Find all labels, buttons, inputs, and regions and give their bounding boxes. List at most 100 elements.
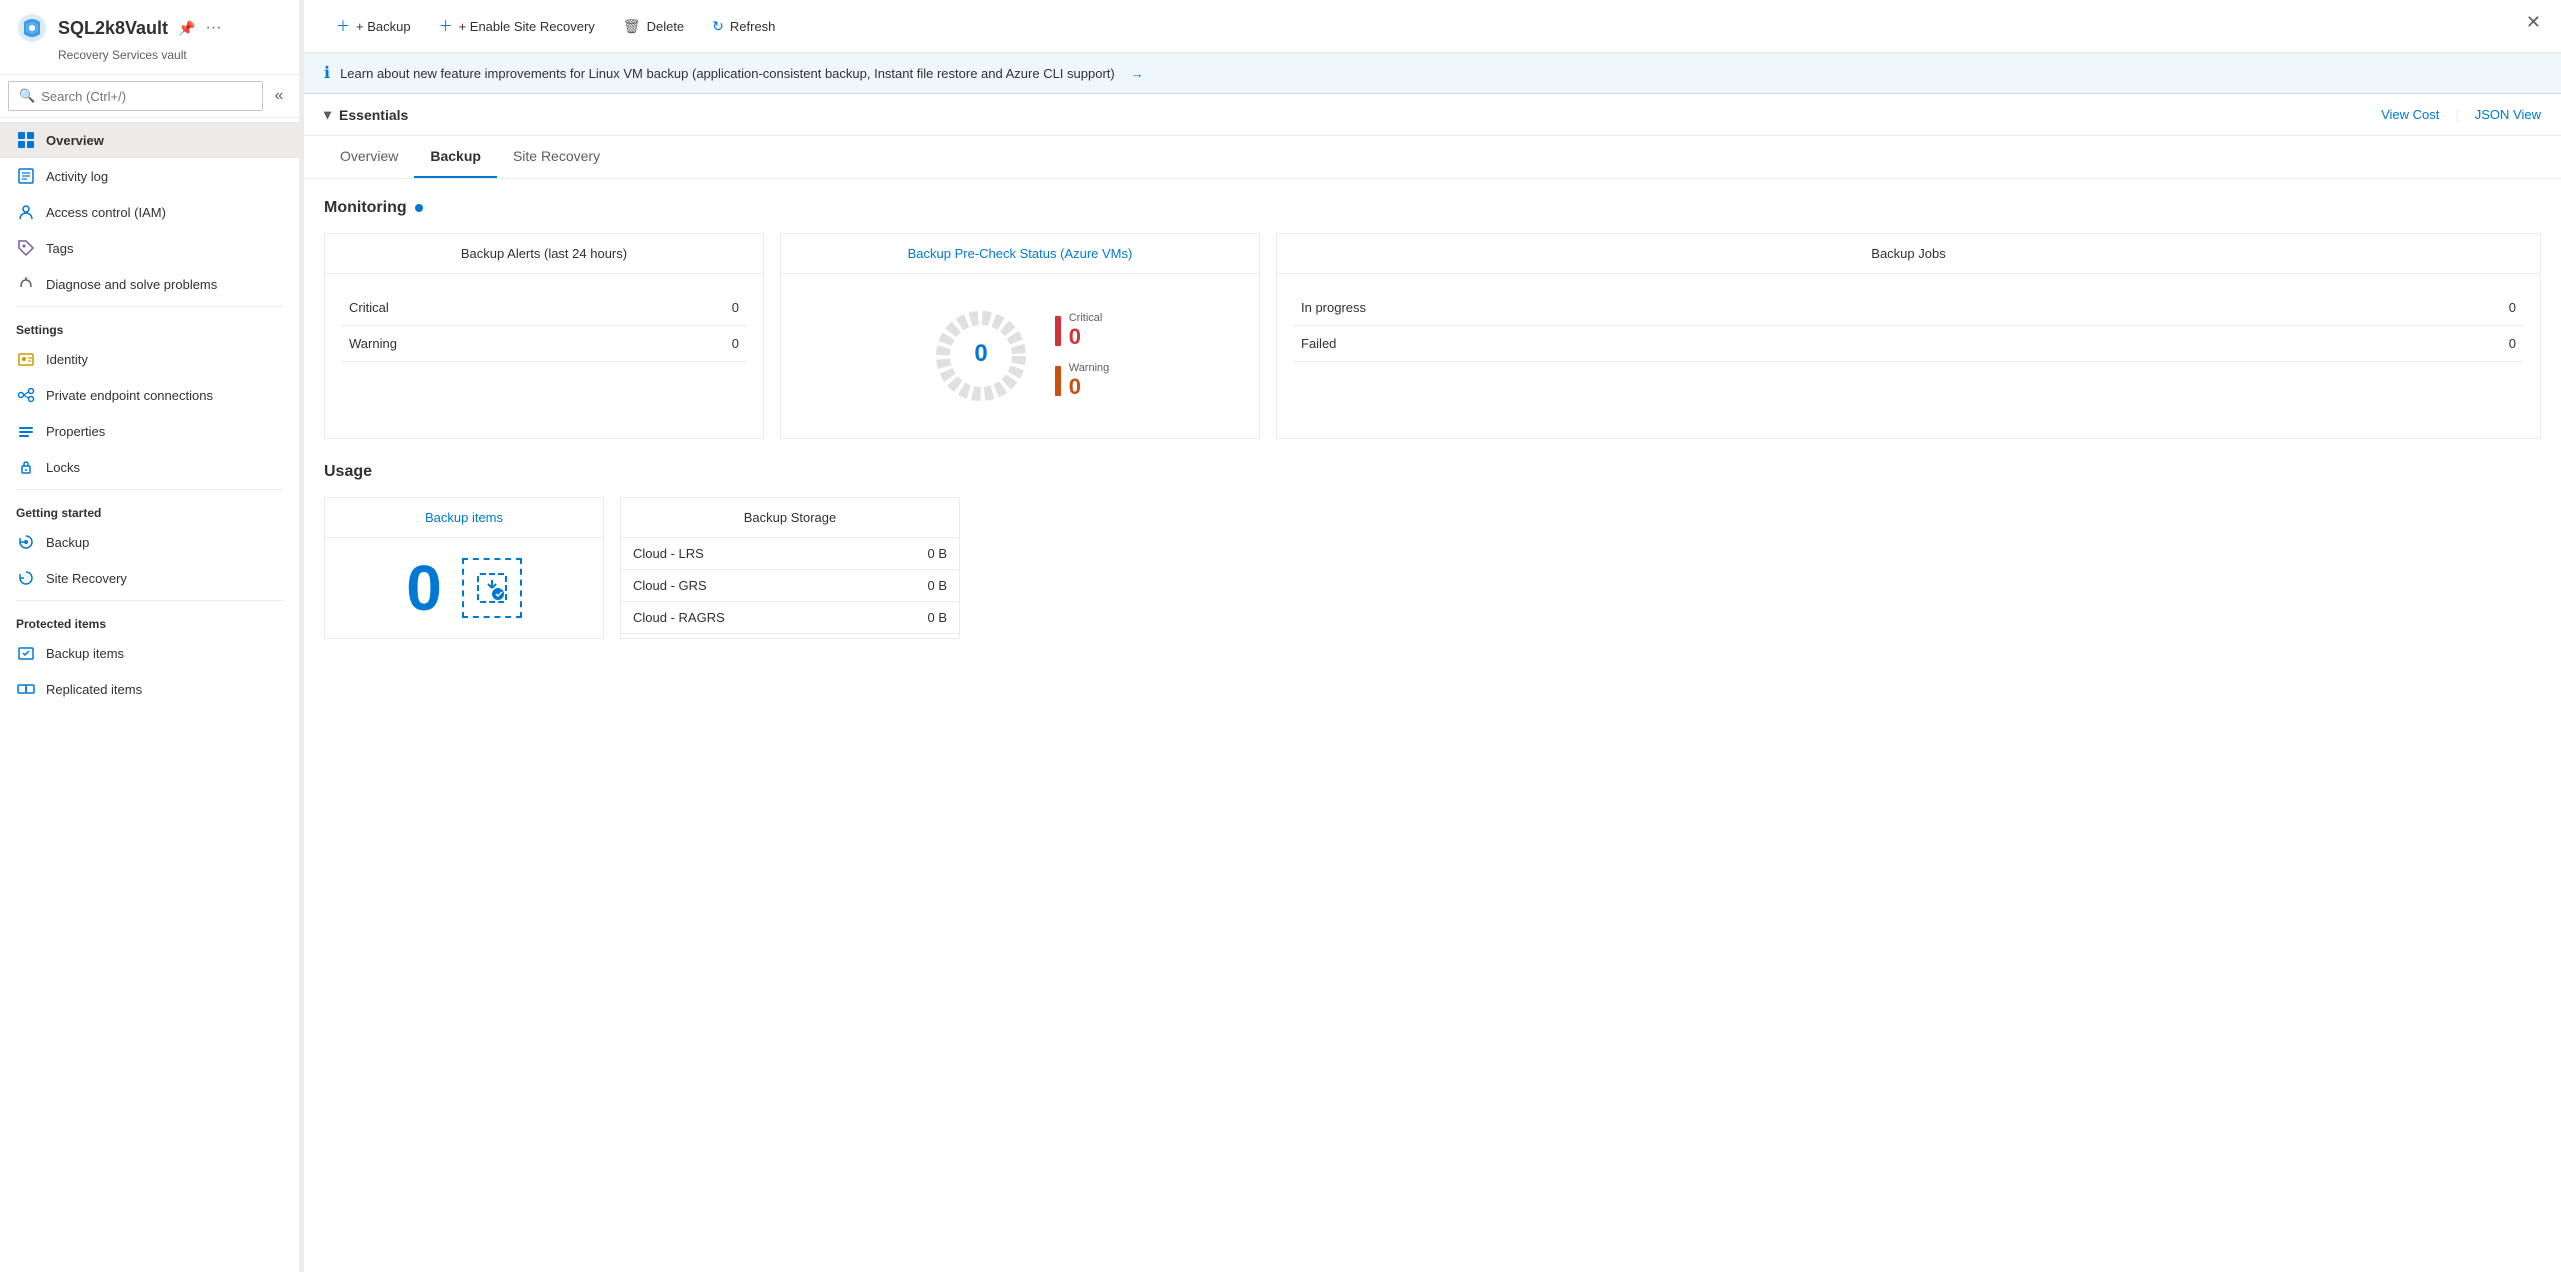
- sidebar-item-private-endpoints[interactable]: Private endpoint connections: [0, 377, 299, 413]
- donut-center-value: 0: [974, 340, 987, 367]
- sidebar-item-replicated-items[interactable]: Replicated items: [0, 671, 299, 707]
- in-progress-value: 0: [2250, 290, 2524, 326]
- sidebar-item-overview[interactable]: Overview: [0, 122, 299, 158]
- backup-items-card-header[interactable]: Backup items: [325, 498, 603, 538]
- json-view-link[interactable]: JSON View: [2475, 107, 2541, 122]
- window-close-button[interactable]: ✕: [2526, 12, 2541, 33]
- nav-divider-1: [16, 306, 283, 307]
- refresh-label: Refresh: [730, 19, 776, 34]
- backup-icon-box: [462, 558, 522, 618]
- tab-backup[interactable]: Backup: [414, 136, 497, 178]
- table-row: In progress 0: [1293, 290, 2524, 326]
- usage-section: Usage Backup items 0: [324, 463, 2541, 639]
- warning-value: 0: [639, 326, 747, 362]
- monitoring-cards: Backup Alerts (last 24 hours) Critical 0…: [324, 233, 2541, 439]
- sidebar-overview-label: Overview: [46, 133, 104, 148]
- critical-legend-value: 0: [1069, 324, 1103, 350]
- backup-jobs-body: In progress 0 Failed 0: [1277, 274, 2540, 378]
- precheck-header[interactable]: Backup Pre-Check Status (Azure VMs): [781, 234, 1259, 274]
- sidebar-item-locks[interactable]: Locks: [0, 449, 299, 485]
- sidebar-item-access-control[interactable]: Access control (IAM): [0, 194, 299, 230]
- sidebar-item-site-recovery[interactable]: Site Recovery: [0, 560, 299, 596]
- identity-icon: [16, 349, 36, 369]
- sidebar-item-activity-log[interactable]: Activity log: [0, 158, 299, 194]
- search-box[interactable]: 🔍: [8, 81, 263, 111]
- warning-legend-label: Warning: [1069, 362, 1110, 374]
- backup-storage-body: Cloud - LRS 0 B Cloud - GRS 0 B Cloud - …: [621, 538, 959, 634]
- backup-add-icon: ＋: [336, 16, 350, 36]
- monitoring-dot: [415, 204, 423, 212]
- collapse-sidebar-button[interactable]: «: [267, 84, 291, 108]
- pin-icon[interactable]: 📌: [178, 20, 195, 37]
- critical-value: 0: [639, 290, 747, 326]
- sidebar-endpoints-label: Private endpoint connections: [46, 388, 213, 403]
- table-row: Cloud - RAGRS 0 B: [621, 602, 959, 634]
- warning-label: Warning: [341, 326, 639, 362]
- sidebar-backup-label: Backup: [46, 535, 89, 550]
- search-input[interactable]: [41, 89, 252, 104]
- backup-jobs-header: Backup Jobs: [1277, 234, 2540, 274]
- legend-critical-info: Critical 0: [1069, 312, 1103, 350]
- table-row: Critical 0: [341, 290, 747, 326]
- table-row: Warning 0: [341, 326, 747, 362]
- backup-items-count: 0: [406, 556, 442, 620]
- grs-label: Cloud - GRS: [621, 570, 867, 602]
- locks-icon: [16, 457, 36, 477]
- refresh-button[interactable]: ↻ Refresh: [700, 12, 787, 41]
- essentials-links: View Cost | JSON View: [2381, 107, 2541, 122]
- backup-alerts-body: Critical 0 Warning 0: [325, 274, 763, 378]
- sidebar-item-tags[interactable]: Tags: [0, 230, 299, 266]
- properties-icon: [16, 421, 36, 441]
- precheck-body: 0 Critical 0: [781, 274, 1259, 438]
- essentials-header: ▾ Essentials View Cost | JSON View: [304, 94, 2561, 136]
- sidebar-item-properties[interactable]: Properties: [0, 413, 299, 449]
- backup-storage-header: Backup Storage: [621, 498, 959, 538]
- backup-items-card-body: 0: [325, 538, 603, 638]
- more-options-icon[interactable]: ···: [206, 19, 222, 37]
- alerts-table: Critical 0 Warning 0: [341, 290, 747, 362]
- vault-icon: [16, 12, 48, 44]
- tab-site-recovery-label: Site Recovery: [513, 148, 600, 164]
- sidebar: SQL2k8Vault 📌 ··· Recovery Services vaul…: [0, 0, 300, 1272]
- donut-chart: 0: [931, 306, 1031, 406]
- warning-legend-value: 0: [1069, 374, 1110, 400]
- sidebar-item-identity[interactable]: Identity: [0, 341, 299, 377]
- tab-site-recovery[interactable]: Site Recovery: [497, 136, 616, 178]
- usage-label: Usage: [324, 463, 372, 481]
- tab-backup-label: Backup: [430, 148, 481, 164]
- main-tabs: Overview Backup Site Recovery: [304, 136, 2561, 179]
- site-recovery-add-icon: ＋: [439, 16, 453, 36]
- protected-items-label: Protected items: [0, 605, 299, 635]
- app-title-group: SQL2k8Vault: [58, 18, 168, 39]
- search-icon: 🔍: [19, 88, 35, 104]
- sidebar-locks-label: Locks: [46, 460, 80, 475]
- sidebar-backup-items-label: Backup items: [46, 646, 124, 661]
- view-cost-link[interactable]: View Cost: [2381, 107, 2439, 122]
- delete-icon: 🗑: [623, 18, 641, 35]
- backup-button[interactable]: ＋ + Backup: [324, 10, 423, 42]
- overview-icon: [16, 130, 36, 150]
- backup-items-card: Backup items 0: [324, 497, 604, 639]
- backup-button-label: + Backup: [356, 19, 411, 34]
- sidebar-item-backup[interactable]: Backup: [0, 524, 299, 560]
- sidebar-item-diagnose[interactable]: Diagnose and solve problems: [0, 266, 299, 302]
- precheck-card: Backup Pre-Check Status (Azure VMs) 0: [780, 233, 1260, 439]
- delete-button[interactable]: 🗑 Delete: [611, 12, 696, 41]
- enable-site-recovery-button[interactable]: ＋ + Enable Site Recovery: [427, 10, 607, 42]
- monitoring-label: Monitoring: [324, 199, 407, 217]
- ragrs-label: Cloud - RAGRS: [621, 602, 867, 634]
- critical-legend-label: Critical: [1069, 312, 1103, 324]
- app-logo: SQL2k8Vault 📌 ···: [16, 12, 283, 44]
- info-arrow[interactable]: →: [1131, 66, 1144, 81]
- backup-alerts-header: Backup Alerts (last 24 hours): [325, 234, 763, 274]
- sidebar-site-recovery-label: Site Recovery: [46, 571, 127, 586]
- legend-warning-info: Warning 0: [1069, 362, 1110, 400]
- tab-overview-label: Overview: [340, 148, 398, 164]
- site-recovery-icon: [16, 568, 36, 588]
- sidebar-iam-label: Access control (IAM): [46, 205, 166, 220]
- essentials-toggle[interactable]: ▾ Essentials: [324, 106, 408, 123]
- sidebar-item-backup-items[interactable]: Backup items: [0, 635, 299, 671]
- main-content: ＋ + Backup ＋ + Enable Site Recovery 🗑 De…: [304, 0, 2561, 1272]
- tab-overview[interactable]: Overview: [324, 136, 414, 178]
- critical-label: Critical: [341, 290, 639, 326]
